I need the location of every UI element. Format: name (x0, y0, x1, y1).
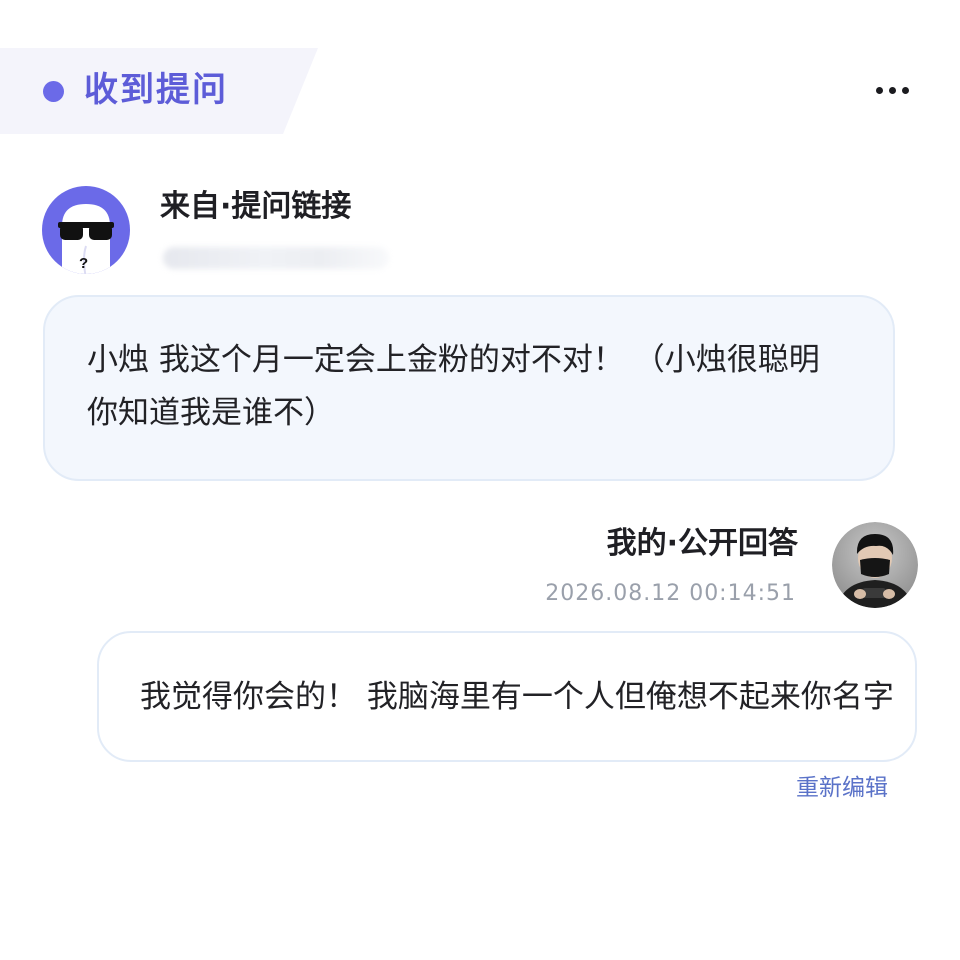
answer-timestamp: 2026.08.12 00:14:51 (545, 581, 796, 606)
svg-text:?: ? (79, 255, 88, 272)
answer-label: 我的·公开回答 (606, 526, 798, 561)
question-text: 小烛 我这个月一定会上金粉的对不对！ （小烛很聪明 你知道我是谁不） (87, 342, 820, 431)
user-avatar[interactable] (832, 522, 918, 608)
answer-text: 我觉得你会的！ 我脑海里有一个人但俺想不起来你名字 (140, 679, 894, 715)
page-title: 收到提问 (84, 70, 228, 110)
anonymous-avatar-icon: ? (42, 186, 130, 274)
reedit-button[interactable]: 重新编辑 (796, 771, 888, 805)
question-source-label: 来自·提问链接 (160, 189, 352, 224)
blurred-sender-name (163, 247, 389, 269)
more-dot (901, 86, 909, 94)
header-dot-icon (43, 81, 64, 102)
more-dot (888, 86, 896, 94)
more-icon[interactable] (868, 76, 916, 104)
more-dot (875, 86, 883, 94)
